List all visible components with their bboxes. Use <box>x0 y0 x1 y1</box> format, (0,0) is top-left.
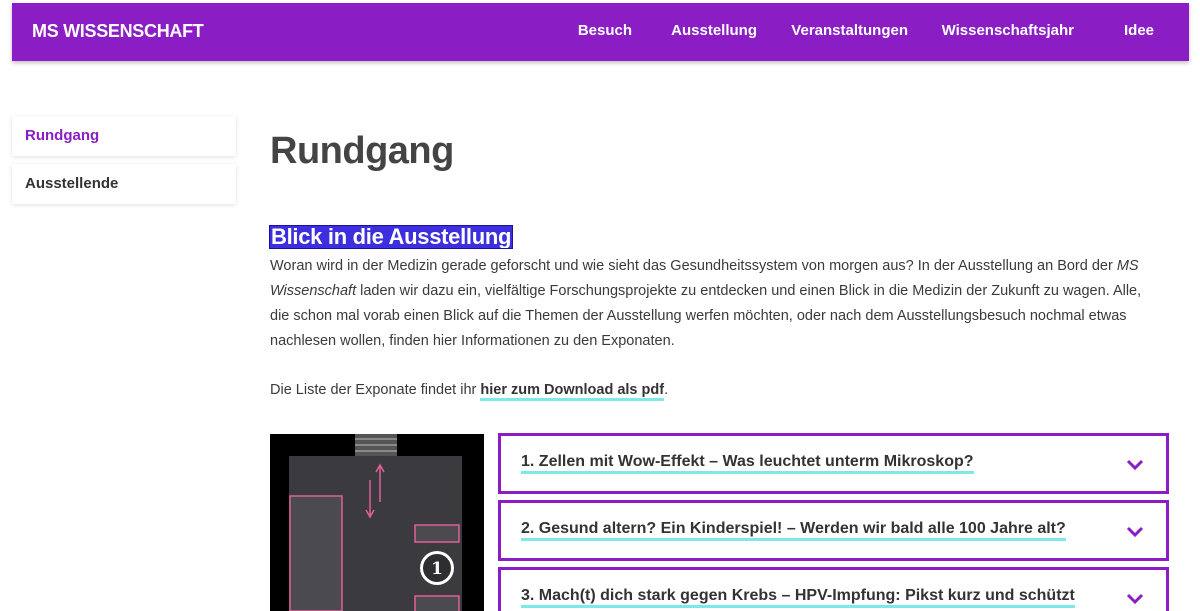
intro-text-end: laden wir dazu ein, vielfältige Forschun… <box>270 283 1142 349</box>
download-suffix: . <box>664 382 669 398</box>
nav-item-idee[interactable]: Idee <box>1124 22 1154 39</box>
download-pdf-link[interactable]: hier zum Download als pdf <box>480 382 665 401</box>
section-title: Blick in die Ausstellung <box>268 224 514 249</box>
download-paragraph: Die Liste der Exponate findet ihr hier z… <box>270 382 669 401</box>
intro-text-start: Woran wird in der Medizin gerade geforsc… <box>270 258 1117 274</box>
accordion-item-label: 1. Zellen mit Wow-Effekt – Was leuchtet … <box>521 453 974 474</box>
main-content: Rundgang Blick in die Ausstellung Woran … <box>268 130 1170 401</box>
intro-paragraph: Woran wird in der Medizin gerade geforsc… <box>270 254 1160 354</box>
exhibition-floor-map: 1 <box>270 434 484 611</box>
floor-plan-graphic: 1 <box>289 434 462 611</box>
chevron-down-icon <box>1126 526 1144 537</box>
top-navigation-bar: MS WISSENSCHAFT Besuch Ausstellung Veran… <box>12 3 1189 61</box>
sidebar-nav: Rundgang Ausstellende <box>12 116 236 212</box>
page-title: Rundgang <box>270 130 454 172</box>
sidebar-item-ausstellende[interactable]: Ausstellende <box>12 164 236 204</box>
brand-logo[interactable]: MS WISSENSCHAFT <box>32 21 204 42</box>
nav-item-veranstaltungen[interactable]: Veranstaltungen <box>791 22 908 39</box>
nav-item-besuch[interactable]: Besuch <box>578 22 632 39</box>
download-prefix: Die Liste der Exponate findet ihr <box>270 382 481 398</box>
accordion-item-label: 2. Gesund altern? Ein Kinderspiel! – Wer… <box>521 520 1066 541</box>
chevron-down-icon <box>1126 459 1144 470</box>
accordion-item[interactable]: 3. Mach(t) dich stark gegen Krebs – HPV-… <box>498 567 1169 611</box>
nav-item-ausstellung[interactable]: Ausstellung <box>671 22 757 39</box>
nav-item-wissenschaftsjahr[interactable]: Wissenschaftsjahr <box>942 22 1074 39</box>
sidebar-item-rundgang[interactable]: Rundgang <box>12 116 236 156</box>
accordion-item-label: 3. Mach(t) dich stark gegen Krebs – HPV-… <box>521 587 1075 608</box>
chevron-down-icon <box>1126 593 1144 604</box>
accordion-item[interactable]: 1. Zellen mit Wow-Effekt – Was leuchtet … <box>498 433 1169 494</box>
accordion-item[interactable]: 2. Gesund altern? Ein Kinderspiel! – Wer… <box>498 500 1169 561</box>
map-marker-number[interactable]: 1 <box>431 559 443 579</box>
